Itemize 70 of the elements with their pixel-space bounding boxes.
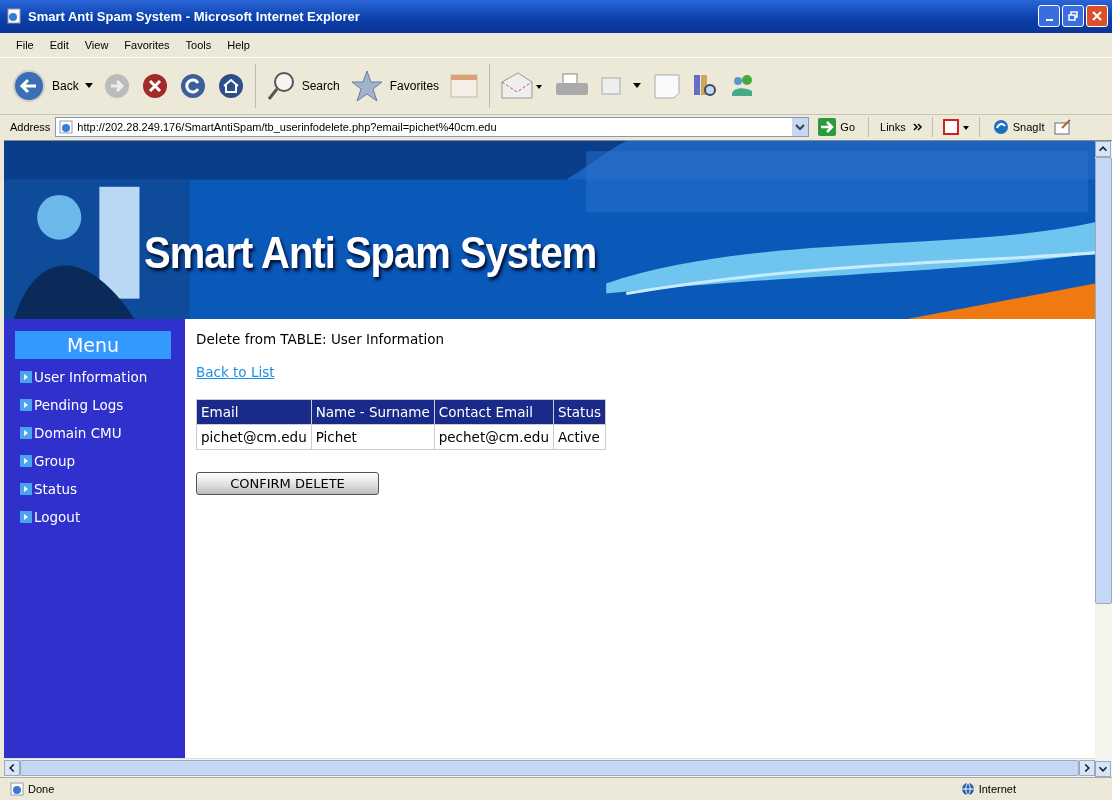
- menu-heading: Menu: [15, 330, 171, 359]
- sidebar-item[interactable]: Group: [20, 446, 185, 475]
- table-cell: Pichet: [311, 424, 435, 450]
- back-link[interactable]: Back to List: [196, 363, 275, 380]
- browser-icon: [6, 8, 22, 25]
- minimize-icon: [1045, 19, 1053, 22]
- favorites-button[interactable]: Favorites: [349, 68, 440, 103]
- menu-item[interactable]: Help: [219, 38, 258, 51]
- menu-item[interactable]: Favorites: [116, 38, 178, 51]
- menu-item[interactable]: Tools: [177, 38, 220, 51]
- scroll-down-button[interactable]: [1095, 761, 1111, 778]
- scroll-up-button[interactable]: [1095, 140, 1111, 157]
- sidebar-item[interactable]: User Information: [20, 362, 185, 391]
- bullet-icon: [20, 454, 32, 467]
- bullet-icon: [20, 426, 32, 439]
- zone-text: Internet: [978, 783, 1016, 795]
- search-icon: [265, 69, 296, 102]
- restore-icon: [1068, 11, 1078, 22]
- menu-item[interactable]: Edit: [41, 38, 77, 51]
- column-header: Name - Surname: [311, 399, 435, 425]
- address-field[interactable]: http://202.28.249.176/SmartAntiSpam/tb_userinfodelete.php?email=pichet%40cm.edu: [55, 117, 810, 138]
- window-title: Smart Anti Spam System - Microsoft Internet Explorer: [28, 8, 360, 24]
- sidebar-item[interactable]: Domain CMU: [20, 418, 185, 447]
- back-icon: [12, 68, 46, 103]
- scroll-right-button[interactable]: [1079, 760, 1095, 777]
- dropdown-icon[interactable]: [792, 118, 809, 137]
- vertical-scrollbar[interactable]: [1095, 140, 1112, 778]
- bullet-icon: [20, 398, 32, 411]
- bullet-icon: [20, 482, 32, 495]
- home-icon[interactable]: [216, 71, 245, 100]
- minimize-button[interactable]: [1038, 5, 1060, 28]
- sidebar-item[interactable]: Logout: [20, 502, 185, 531]
- table-cell: Active: [553, 424, 606, 450]
- bullet-icon: [20, 510, 32, 523]
- snagit-button[interactable]: SnagIt: [988, 119, 1049, 136]
- menu-item[interactable]: View: [76, 38, 117, 51]
- edit-icon[interactable]: [1053, 119, 1072, 136]
- bullet-icon: [20, 370, 32, 383]
- go-button[interactable]: Go: [814, 118, 860, 137]
- menu-item[interactable]: File: [8, 38, 42, 51]
- globe-icon: [960, 782, 975, 796]
- refresh-icon[interactable]: [178, 71, 207, 100]
- links-button[interactable]: Links: [878, 121, 908, 134]
- page-heading: Delete from TABLE: User Information: [196, 330, 445, 347]
- close-button[interactable]: [1086, 5, 1108, 28]
- page-icon: [59, 120, 74, 135]
- page-icon: [10, 782, 24, 796]
- star-icon: [349, 68, 384, 103]
- scroll-left-button[interactable]: [4, 760, 20, 777]
- status-text: Done: [28, 783, 55, 795]
- caret-icon: [84, 82, 93, 89]
- address-label: Address: [10, 121, 51, 134]
- sidebar-item[interactable]: Status: [20, 474, 185, 503]
- column-header: Contact Email: [434, 399, 554, 425]
- stop-icon[interactable]: [140, 71, 169, 100]
- column-header: Status: [553, 399, 606, 425]
- maximize-button[interactable]: [1062, 5, 1084, 28]
- confirm-delete-button[interactable]: CONFIRM DELETE: [196, 471, 379, 495]
- table-cell: pichet@cm.edu: [196, 424, 312, 450]
- chevron-icon[interactable]: [912, 123, 923, 132]
- table-cell: pechet@cm.edu: [434, 424, 554, 450]
- close-icon: [1092, 11, 1102, 22]
- caret-icon[interactable]: [632, 81, 643, 90]
- back-button[interactable]: Back: [12, 68, 93, 103]
- column-header: Email: [196, 399, 312, 425]
- banner-title: Smart Anti Spam System: [144, 228, 597, 279]
- arrow-icon: [818, 118, 837, 137]
- sidebar-item[interactable]: Pending Logs: [20, 390, 185, 419]
- horizontal-scrollbar[interactable]: [4, 758, 1095, 778]
- search-button[interactable]: Search: [265, 69, 340, 102]
